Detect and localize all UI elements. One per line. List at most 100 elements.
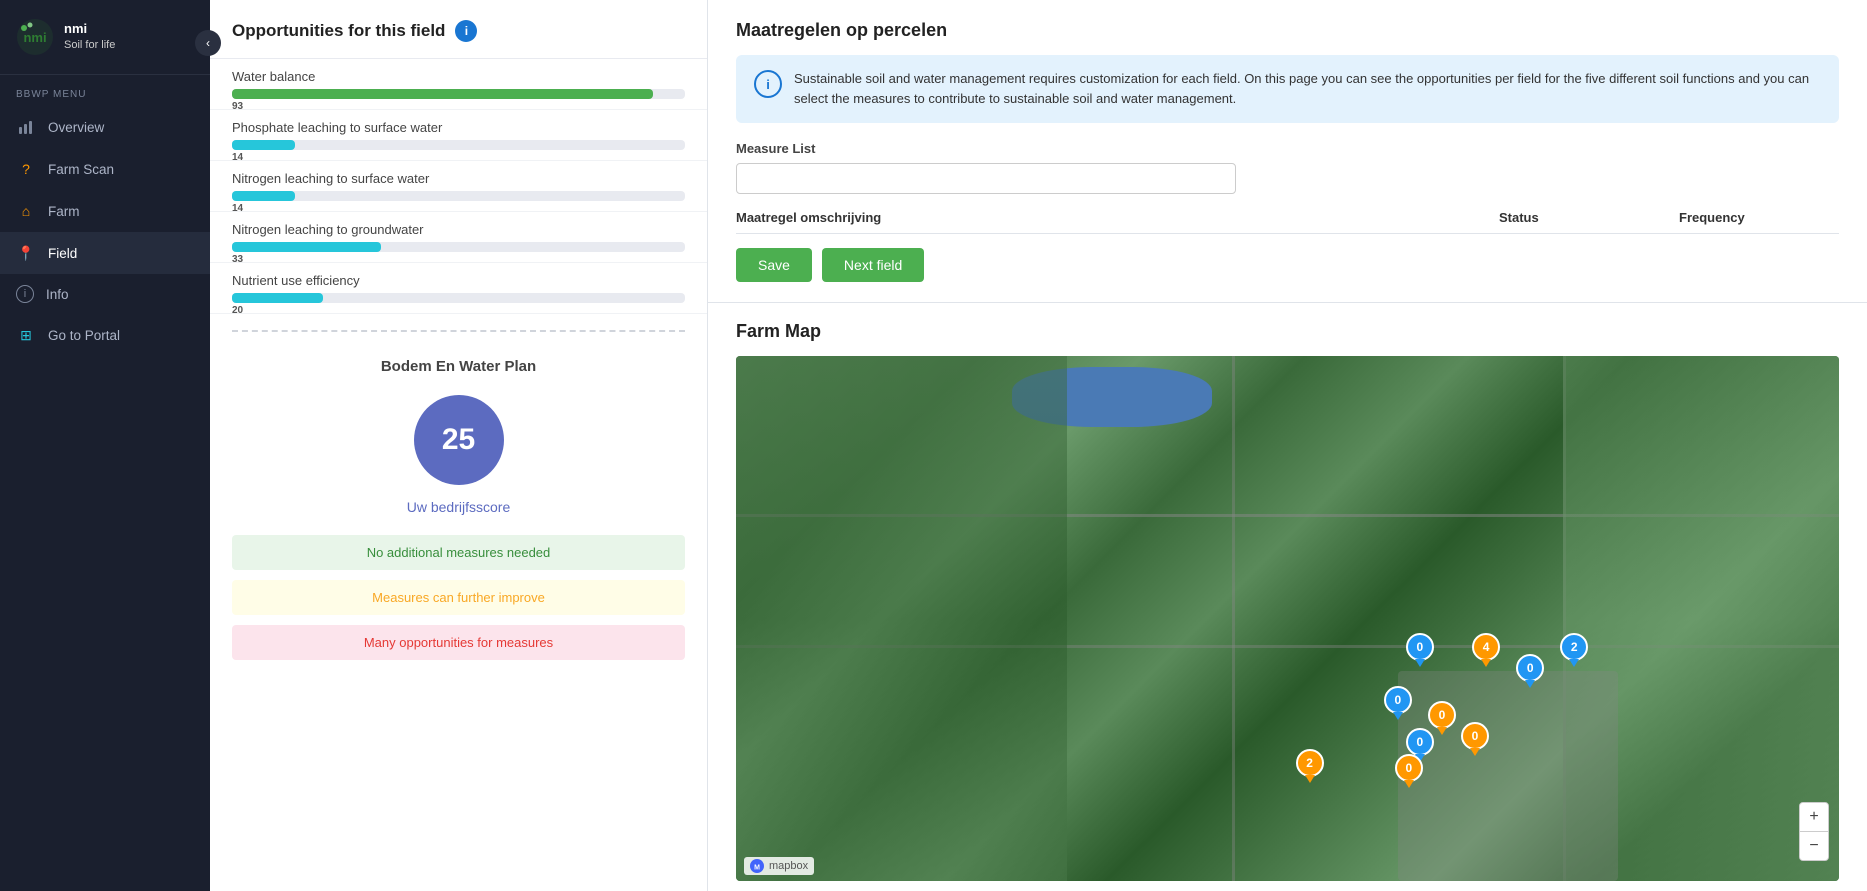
marker-circle: 0 — [1516, 654, 1544, 682]
map-marker[interactable]: 0 — [1461, 722, 1489, 756]
opportunities-info-icon[interactable]: i — [455, 20, 477, 42]
sidebar-item-farm-scan-label: Farm Scan — [48, 162, 114, 177]
metric-bar-value: 14 — [232, 152, 243, 163]
main-panel: Maatregelen op percelen i Sustainable so… — [708, 0, 1867, 891]
sidebar-item-portal-label: Go to Portal — [48, 328, 120, 343]
logo-area: nmi nmi Soil for life — [0, 0, 210, 75]
marker-pin — [1470, 748, 1480, 756]
svg-text:nmi: nmi — [23, 30, 46, 45]
marker-circle: 0 — [1384, 686, 1412, 714]
sidebar-item-field[interactable]: 📍 Field — [0, 232, 210, 274]
farm-map-container[interactable]: 0 4 0 2 0 0 0 0 0 2 — [736, 356, 1839, 881]
home-icon: ⌂ — [16, 201, 36, 221]
zoom-out-button[interactable]: − — [1800, 832, 1828, 860]
opportunities-title: Opportunities for this field — [232, 21, 445, 41]
menu-label: BBWP MENU — [0, 75, 210, 106]
map-marker[interactable]: 2 — [1560, 633, 1588, 667]
bodem-title: Bodem En Water Plan — [232, 358, 685, 375]
sidebar-item-farm-label: Farm — [48, 204, 80, 219]
marker-pin — [1525, 680, 1535, 688]
save-button[interactable]: Save — [736, 248, 812, 282]
mapbox-attribution: M mapbox — [744, 857, 814, 875]
col-status-header: Status — [1499, 210, 1679, 225]
metric-bar-value: 33 — [232, 254, 243, 265]
measure-list-label: Measure List — [736, 141, 1839, 156]
logo-text: nmi Soil for life — [64, 21, 115, 52]
metric-label: Nitrogen leaching to groundwater — [232, 222, 685, 237]
marker-pin — [1481, 659, 1491, 667]
metric-bar-container: 14 — [232, 191, 685, 201]
info-banner: i Sustainable soil and water management … — [736, 55, 1839, 123]
map-marker[interactable]: 4 — [1472, 633, 1500, 667]
sidebar: nmi nmi Soil for life BBWP MENU Overview… — [0, 0, 210, 891]
metric-bar-container: 14 — [232, 140, 685, 150]
legend-item: No additional measures needed — [232, 535, 685, 570]
bedrijfsscore-label: Uw bedrijfsscore — [232, 499, 685, 515]
metric-item: Phosphate leaching to surface water 14 — [210, 110, 707, 161]
legend-item: Measures can further improve — [232, 580, 685, 615]
farm-map-title: Farm Map — [736, 321, 1839, 342]
sidebar-item-farm[interactable]: ⌂ Farm — [0, 190, 210, 232]
sidebar-item-info[interactable]: i Info — [0, 274, 210, 314]
map-marker[interactable]: 0 — [1395, 754, 1423, 788]
table-header: Maatregel omschrijving Status Frequency — [736, 210, 1839, 234]
zoom-in-button[interactable]: + — [1800, 803, 1828, 831]
marker-circle: 0 — [1406, 633, 1434, 661]
metric-bar-fill — [232, 89, 653, 99]
marker-pin — [1569, 659, 1579, 667]
metrics-container: Water balance 93 Phosphate leaching to s… — [210, 59, 707, 314]
map-road — [1232, 356, 1235, 881]
sidebar-item-overview[interactable]: Overview — [0, 106, 210, 148]
sidebar-item-field-label: Field — [48, 246, 77, 261]
marker-circle: 2 — [1296, 749, 1324, 777]
bodem-section: Bodem En Water Plan 25 Uw bedrijfsscore … — [210, 348, 707, 690]
metric-item: Water balance 93 — [210, 59, 707, 110]
map-marker[interactable]: 0 — [1406, 633, 1434, 667]
metric-item: Nitrogen leaching to groundwater 33 — [210, 212, 707, 263]
marker-circle: 0 — [1406, 728, 1434, 756]
metric-item: Nitrogen leaching to surface water 14 — [210, 161, 707, 212]
info-icon: i — [16, 285, 34, 303]
map-left-field — [736, 356, 1067, 881]
metric-bar-value: 14 — [232, 203, 243, 214]
col-description-header: Maatregel omschrijving — [736, 210, 1499, 225]
metric-bar-value: 20 — [232, 305, 243, 316]
map-marker[interactable]: 0 — [1516, 654, 1544, 688]
map-background: 0 4 0 2 0 0 0 0 0 2 — [736, 356, 1839, 881]
map-marker[interactable]: 0 — [1384, 686, 1412, 720]
metric-bar-fill — [232, 242, 381, 252]
legend-item: Many opportunities for measures — [232, 625, 685, 660]
mapbox-logo: M — [750, 859, 764, 873]
maatregelen-section: Maatregelen op percelen i Sustainable so… — [708, 0, 1867, 303]
logo-icon: nmi — [16, 18, 54, 56]
section-divider — [232, 330, 685, 332]
marker-circle: 0 — [1428, 701, 1456, 729]
next-field-button[interactable]: Next field — [822, 248, 924, 282]
measure-list-input[interactable] — [736, 163, 1236, 194]
map-marker[interactable]: 2 — [1296, 749, 1324, 783]
marker-pin — [1404, 780, 1414, 788]
metric-bar-container: 20 — [232, 293, 685, 303]
metric-bar-fill — [232, 293, 323, 303]
farm-map-section: Farm Map 0 4 0 — [708, 303, 1867, 891]
svg-text:M: M — [754, 865, 760, 872]
metric-bar-fill — [232, 140, 295, 150]
marker-pin — [1393, 712, 1403, 720]
marker-circle: 4 — [1472, 633, 1500, 661]
middle-panel: Opportunities for this field i Water bal… — [210, 0, 708, 891]
metric-label: Nutrient use efficiency — [232, 273, 685, 288]
collapse-button[interactable]: ‹ — [195, 30, 221, 56]
sidebar-item-portal[interactable]: ⊞ Go to Portal — [0, 314, 210, 356]
location-icon: 📍 — [16, 243, 36, 263]
sidebar-item-info-label: Info — [46, 287, 69, 302]
metric-bar-value: 93 — [232, 101, 243, 112]
sidebar-item-overview-label: Overview — [48, 120, 104, 135]
maatregelen-title: Maatregelen op percelen — [736, 20, 1839, 41]
metric-item: Nutrient use efficiency 20 — [210, 263, 707, 314]
map-zoom-controls: + − — [1799, 802, 1829, 861]
metric-label: Water balance — [232, 69, 685, 84]
middle-header: Opportunities for this field i — [210, 0, 707, 59]
sidebar-item-farm-scan[interactable]: ? Farm Scan — [0, 148, 210, 190]
portal-icon: ⊞ — [16, 325, 36, 345]
action-buttons: Save Next field — [736, 248, 1839, 282]
